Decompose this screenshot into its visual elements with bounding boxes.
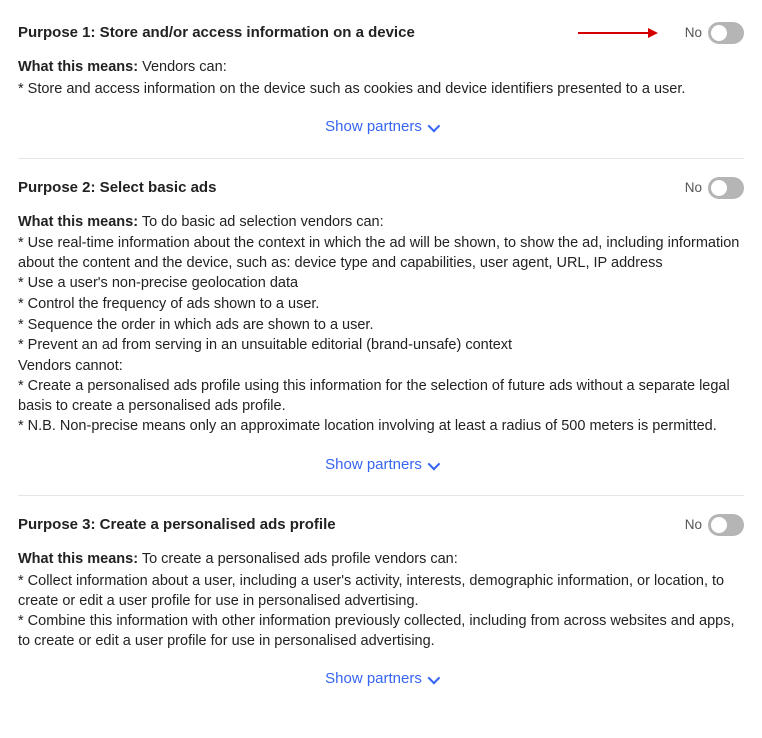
description-line: * Prevent an ad from serving in an unsui… — [18, 336, 744, 356]
means-label: What this means: — [18, 551, 138, 567]
means-line: What this means: To create a personalise… — [18, 550, 744, 570]
purpose-header: Purpose 1: Store and/or access informati… — [18, 22, 744, 44]
description-line: * Create a personalised ads profile usin… — [18, 377, 744, 416]
purpose-header: Purpose 2: Select basic ads No — [18, 177, 744, 199]
description-line: * N.B. Non-precise means only an approxi… — [18, 417, 744, 437]
show-partners-link[interactable]: Show partners — [325, 455, 437, 475]
show-partners-label: Show partners — [325, 117, 422, 137]
description-line: * Store and access information on the de… — [18, 80, 744, 100]
description-line: Vendors cannot: — [18, 357, 744, 377]
description-line: * Sequence the order in which ads are sh… — [18, 316, 744, 336]
means-intro: To do basic ad selection vendors can: — [138, 214, 384, 230]
means-line: What this means: To do basic ad selectio… — [18, 213, 744, 233]
toggle-area: No — [685, 177, 744, 199]
show-partners-row: Show partners — [18, 455, 744, 476]
toggle-area: No — [685, 514, 744, 536]
toggle-knob — [711, 517, 727, 533]
chevron-down-icon — [427, 119, 440, 132]
description-line: * Use real-time information about the co… — [18, 234, 744, 273]
show-partners-link[interactable]: Show partners — [325, 117, 437, 137]
description-line: * Combine this information with other in… — [18, 612, 744, 651]
chevron-down-icon — [427, 672, 440, 685]
purpose-block: Purpose 3: Create a personalised ads pro… — [18, 514, 744, 709]
show-partners-link[interactable]: Show partners — [325, 669, 437, 689]
toggle-area: No — [685, 22, 744, 44]
show-partners-row: Show partners — [18, 117, 744, 138]
purpose-block: Purpose 1: Store and/or access informati… — [18, 22, 744, 159]
purpose-title: Purpose 1: Store and/or access informati… — [18, 23, 415, 43]
means-intro: Vendors can: — [138, 59, 227, 75]
toggle-knob — [711, 25, 727, 41]
toggle-state-label: No — [685, 179, 702, 197]
purpose-block: Purpose 2: Select basic ads No What this m… — [18, 177, 744, 497]
means-label: What this means: — [18, 59, 138, 75]
means-intro: To create a personalised ads profile ven… — [138, 551, 458, 567]
description-line: * Control the frequency of ads shown to … — [18, 295, 744, 315]
show-partners-row: Show partners — [18, 669, 744, 690]
show-partners-label: Show partners — [325, 669, 422, 689]
chevron-down-icon — [427, 457, 440, 470]
toggle-switch[interactable] — [708, 177, 744, 199]
purpose-title: Purpose 2: Select basic ads — [18, 178, 216, 198]
description-line: * Use a user's non-precise geolocation d… — [18, 274, 744, 294]
toggle-knob — [711, 180, 727, 196]
description-line: * Collect information about a user, incl… — [18, 572, 744, 611]
means-line: What this means: Vendors can: — [18, 58, 744, 78]
toggle-state-label: No — [685, 516, 702, 534]
toggle-state-label: No — [685, 24, 702, 42]
toggle-switch[interactable] — [708, 514, 744, 536]
means-label: What this means: — [18, 214, 138, 230]
purpose-title: Purpose 3: Create a personalised ads pro… — [18, 515, 336, 535]
purpose-header: Purpose 3: Create a personalised ads pro… — [18, 514, 744, 536]
show-partners-label: Show partners — [325, 455, 422, 475]
toggle-switch[interactable] — [708, 22, 744, 44]
